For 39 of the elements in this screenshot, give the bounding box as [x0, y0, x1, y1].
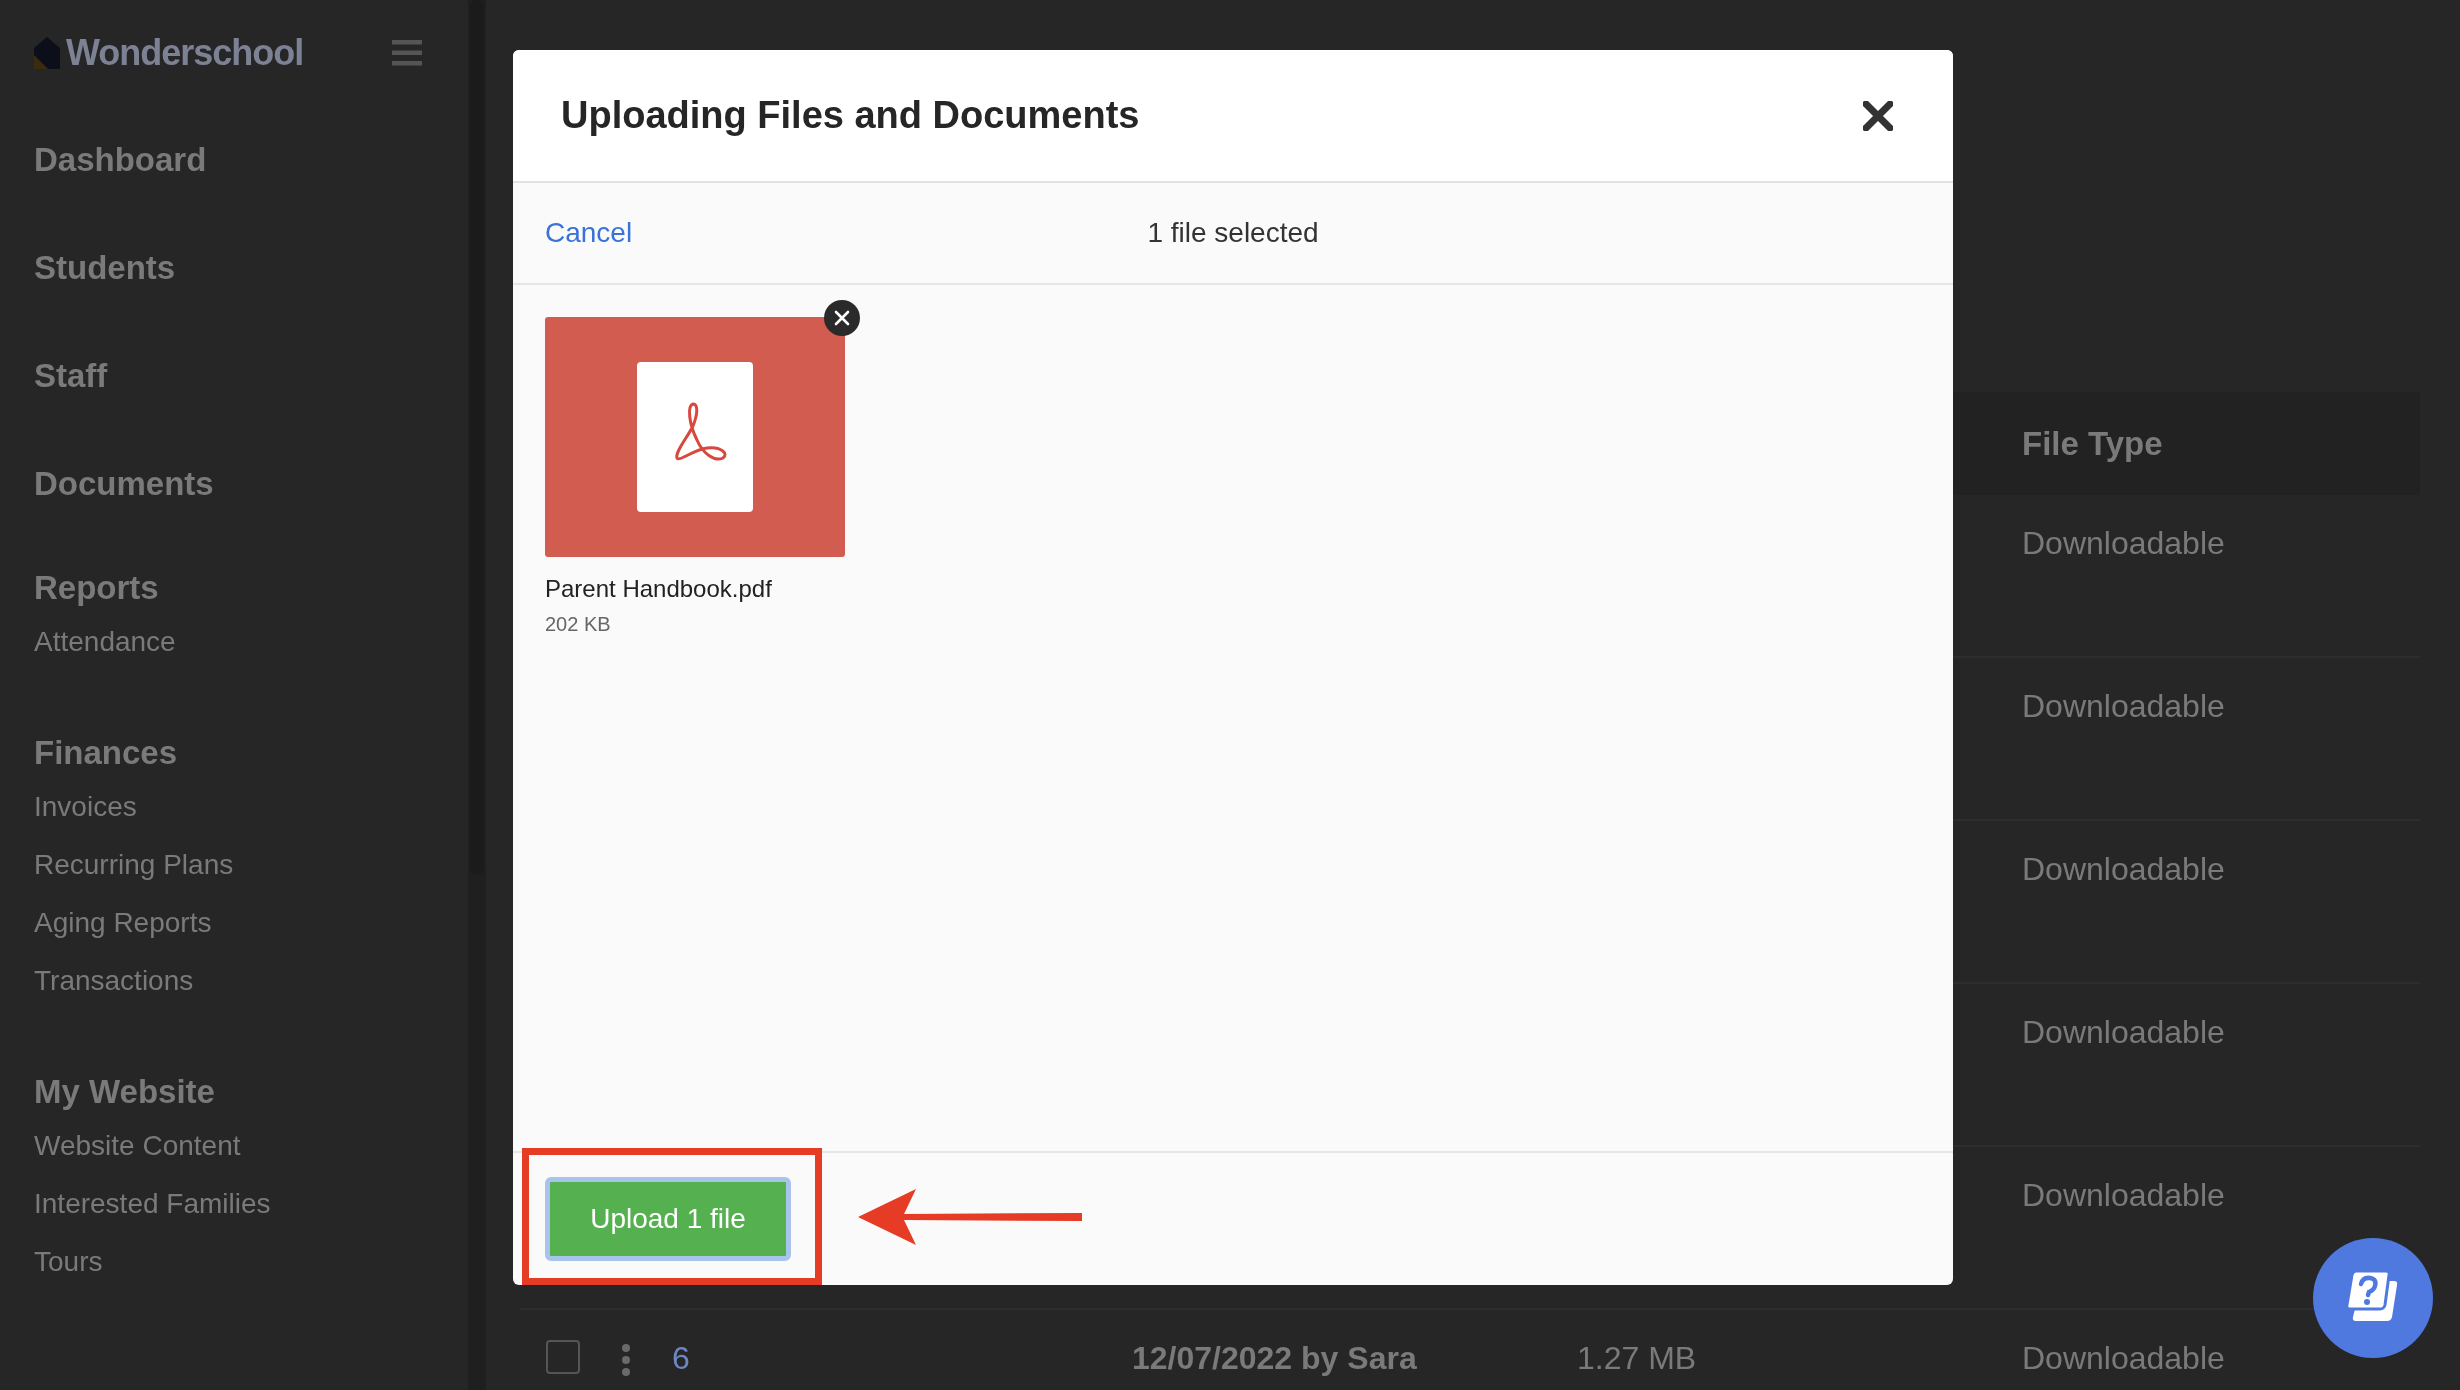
column-header: File Type — [2022, 424, 2163, 462]
nav-section-title[interactable]: My Website — [34, 1067, 215, 1117]
house-logo-icon — [34, 37, 60, 69]
selection-status: 1 file selected — [1147, 217, 1319, 249]
nav-link[interactable]: Documents — [34, 465, 214, 503]
nav-link[interactable]: Recurring Plans — [34, 849, 234, 881]
brand-name[interactable]: Wonderschool — [66, 32, 304, 74]
table-cell: 12/07/2022 by Sara — [1132, 1340, 1417, 1376]
table-cell: Downloadable — [2022, 1340, 2225, 1376]
row-number-link[interactable]: 6 — [672, 1340, 690, 1376]
nav-link[interactable]: Attendance — [34, 626, 176, 658]
file-size: 202 KB — [545, 613, 612, 636]
nav-section-title[interactable]: Finances — [34, 728, 178, 778]
more-icon[interactable] — [622, 1344, 630, 1376]
nav-link[interactable]: Students — [34, 249, 176, 287]
nav-link[interactable]: Website Content — [34, 1130, 241, 1162]
table-cell: Downloadable — [2022, 525, 2225, 561]
pdf-icon — [637, 362, 753, 512]
nav-link[interactable]: Staff — [34, 357, 108, 395]
upload-button[interactable]: Upload 1 file — [545, 1177, 791, 1261]
nav-link[interactable]: Interested Families — [34, 1188, 271, 1220]
cancel-link[interactable]: Cancel — [545, 217, 633, 249]
table-cell: 1.27 MB — [1577, 1340, 1697, 1376]
dialog-title: Uploading Files and Documents — [561, 94, 1140, 137]
row-checkbox[interactable] — [546, 1340, 580, 1374]
nav-link[interactable]: Aging Reports — [34, 907, 212, 939]
nav-link[interactable]: Transactions — [34, 965, 194, 997]
nav-link[interactable]: Dashboard — [34, 141, 207, 179]
menu-icon[interactable] — [392, 40, 422, 66]
nav-section-title[interactable]: Reports — [34, 563, 159, 613]
remove-file-icon[interactable] — [824, 300, 860, 336]
nav-link[interactable]: Invoices — [34, 791, 137, 823]
table-cell: Downloadable — [2022, 688, 2225, 724]
nav-link[interactable]: Tours — [34, 1246, 103, 1278]
close-icon[interactable] — [1863, 100, 1893, 131]
table-cell: Downloadable — [2022, 1177, 2225, 1213]
table-cell: Downloadable — [2022, 851, 2225, 887]
table-cell: Downloadable — [2022, 1014, 2225, 1050]
file-name: Parent Handbook.pdf — [545, 575, 773, 603]
